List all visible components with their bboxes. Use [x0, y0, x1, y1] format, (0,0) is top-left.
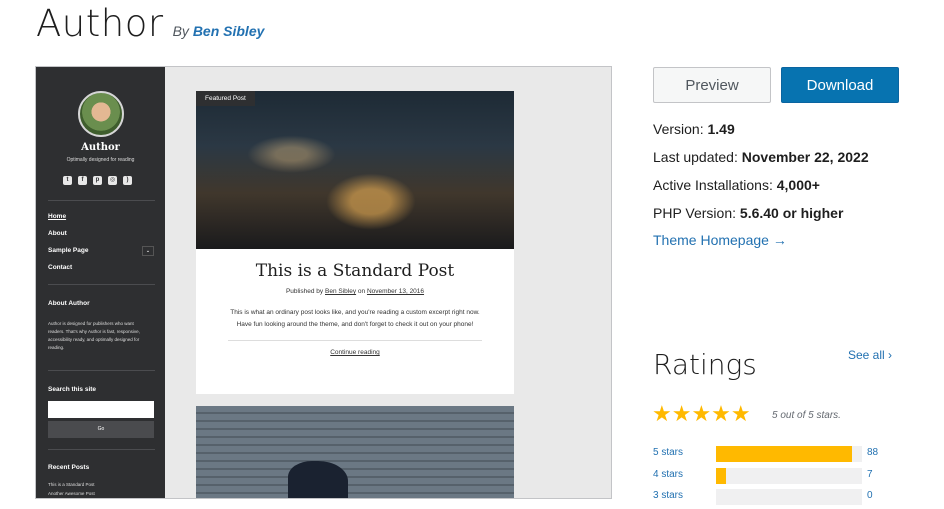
rating-bar-fill [716, 446, 852, 462]
version-label: Version: [653, 121, 704, 137]
rating-bar-fill [716, 468, 727, 484]
sidebar-divider [48, 200, 155, 201]
post-excerpt: This is what an ordinary post looks like… [230, 309, 480, 328]
second-post-image [196, 406, 514, 498]
post-title: This is a Standard Post [255, 261, 455, 281]
facebook-icon: f [78, 176, 87, 185]
php-line: PHP Version: 5.6.40 or higher [653, 205, 843, 221]
menu-item-home: Home [48, 213, 67, 220]
social-icons: t f p ◎ ) [63, 176, 132, 185]
theme-byline: By Ben Sibley [173, 23, 265, 39]
rating-row-4: 4 stars 7 [653, 468, 893, 484]
theme-screenshot: Author Optimally designed for reading t … [35, 66, 612, 499]
php-value: 5.6.40 or higher [739, 205, 844, 221]
theme-title: Author [36, 2, 164, 45]
download-button[interactable]: Download [781, 67, 899, 103]
rating-bar [716, 489, 862, 505]
see-all-link[interactable]: See all › [848, 348, 892, 362]
rating-bar [716, 446, 862, 462]
recent-post: Another Awesome Post [48, 491, 95, 496]
rating-link-5-stars[interactable]: 5 stars [653, 447, 683, 458]
continue-reading: Continue reading [330, 349, 380, 356]
photo-subject [288, 461, 348, 498]
rss-icon: ) [123, 176, 132, 185]
recent-heading: Recent Posts [48, 464, 90, 471]
site-description: Optimally designed for reading [66, 157, 135, 163]
avatar [78, 91, 124, 137]
installs-value: 4,000+ [776, 177, 820, 193]
rating-count: 7 [867, 469, 873, 480]
search-heading: Search this site [48, 386, 97, 393]
menu-item-contact: Contact [48, 264, 73, 271]
twitter-icon: t [63, 176, 72, 185]
meta-author: Ben Sibley [325, 288, 357, 295]
recent-posts: This is a Standard Post Another Awesome … [48, 480, 95, 498]
preview-button[interactable]: Preview [653, 67, 771, 103]
rating-row-3: 3 stars 0 [653, 489, 893, 505]
instagram-icon: ◎ [108, 176, 117, 185]
rating-link-3-stars[interactable]: 3 stars [653, 490, 683, 501]
post-divider [228, 340, 482, 341]
rating-link-4-stars[interactable]: 4 stars [653, 469, 683, 480]
preview-go-button: Go [48, 421, 154, 438]
rating-bar [716, 468, 862, 484]
menu-item-sample-page: Sample Page [48, 247, 89, 254]
php-label: PHP Version: [653, 205, 737, 221]
menu-item-about: About [48, 230, 67, 237]
theme-header: Author By Ben Sibley [36, 2, 264, 45]
updated-value: November 22, 2022 [741, 149, 869, 165]
sidebar-divider [48, 449, 155, 450]
recent-post: This is a Standard Post [48, 482, 95, 487]
meta-date: November 13, 2016 [366, 288, 425, 295]
meta-prefix: Published by [285, 288, 324, 295]
post-meta: Published by Ben Sibley on November 13, … [196, 288, 514, 295]
star-rating-icon: ★★★★★ [652, 401, 751, 426]
preview-sidebar: Author Optimally designed for reading t … [36, 67, 165, 498]
version-value: 1.49 [707, 121, 735, 137]
featured-badge: Featured Post [196, 91, 255, 106]
about-text: Author is designed for publishers who wa… [48, 321, 140, 350]
installs-label: Active Installations: [653, 177, 773, 193]
ratings-heading: Ratings [653, 348, 757, 381]
sidebar-divider [48, 370, 155, 371]
sidebar-divider [48, 284, 155, 285]
sidebar-menu: Home About Sample Page Contact ⌄ [48, 213, 154, 281]
updated-label: Last updated: [653, 149, 738, 165]
updated-line: Last updated: November 22, 2022 [653, 149, 869, 165]
rating-summary: 5 out of 5 stars. [772, 410, 841, 421]
meta-on: on [357, 288, 366, 295]
installs-line: Active Installations: 4,000+ [653, 177, 820, 193]
pinterest-icon: p [93, 176, 102, 185]
rating-count: 0 [867, 490, 873, 501]
featured-image: Featured Post [196, 91, 514, 249]
byline-prefix: By [172, 23, 189, 39]
about-heading: About Author [48, 300, 90, 307]
rating-count: 88 [867, 447, 879, 458]
post-card: Featured Post This is a Standard Post Pu… [196, 91, 514, 394]
author-link[interactable]: Ben Sibley [193, 23, 265, 39]
theme-homepage-link[interactable]: Theme Homepage → [653, 232, 787, 248]
version-line: Version: 1.49 [653, 121, 735, 137]
preview-search-input [48, 401, 154, 418]
submenu-toggle-icon: ⌄ [142, 246, 154, 256]
site-name: Author [81, 142, 120, 153]
rating-row-5: 5 stars 88 [653, 446, 893, 462]
